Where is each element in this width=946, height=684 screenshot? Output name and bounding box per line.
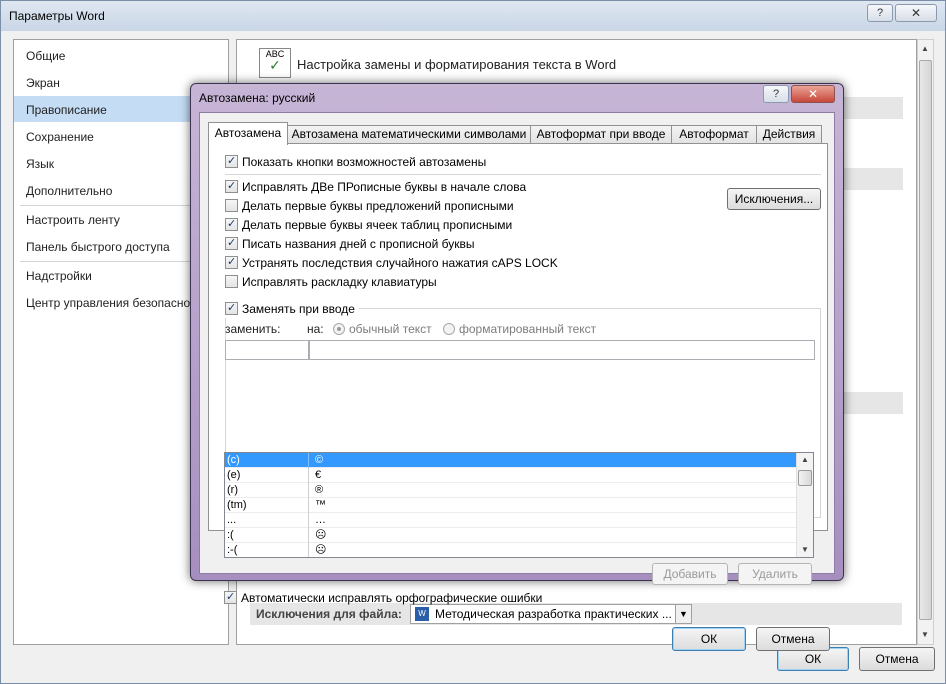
list-item[interactable]: ...… bbox=[225, 513, 797, 528]
checkbox[interactable] bbox=[224, 591, 237, 604]
close-icon[interactable]: ✕ bbox=[895, 4, 937, 22]
list-item[interactable]: :-(☹ bbox=[225, 543, 797, 557]
list-item[interactable]: (tm) ™ bbox=[225, 498, 797, 513]
radio-plain-text[interactable]: обычный текст bbox=[333, 322, 432, 336]
tab-autocorrect[interactable]: Автозамена bbox=[208, 122, 288, 145]
option-caps-lock[interactable]: Устранять последствия случайного нажатия… bbox=[225, 256, 558, 272]
abc-check-icon: ABC ✓ bbox=[259, 48, 291, 78]
delete-button[interactable]: Удалить bbox=[738, 563, 812, 585]
option-two-initial-capitals[interactable]: Исправлять ДВе ПРописные буквы в начале … bbox=[225, 180, 526, 196]
checkbox[interactable] bbox=[225, 180, 238, 193]
main-cancel-button[interactable]: Отмена bbox=[859, 647, 935, 671]
list-item[interactable]: (c) © bbox=[225, 453, 797, 468]
dialog-title: Автозамена: русский bbox=[199, 91, 316, 105]
with-input[interactable] bbox=[309, 340, 815, 360]
dialog-help-button[interactable]: ? bbox=[763, 85, 789, 103]
dialog-cancel-button[interactable]: Отмена bbox=[756, 627, 830, 651]
autocorrect-entries-list[interactable]: (c) © (e) € (r) ® (tm) ™ ...… :(☹ :-(☹ ▲ bbox=[224, 452, 814, 558]
checkbox[interactable] bbox=[225, 199, 238, 212]
tab-autoformat[interactable]: Автоформат bbox=[671, 125, 757, 144]
exceptions-button[interactable]: Исключения... bbox=[727, 188, 821, 210]
file-select[interactable]: W Методическая разработка практических .… bbox=[410, 604, 692, 624]
option-replace-as-you-type[interactable]: Заменять при вводе bbox=[225, 302, 359, 318]
tab-math-autocorrect[interactable]: Автозамена математическими символами bbox=[287, 125, 531, 144]
chevron-down-icon[interactable]: ▼ bbox=[675, 605, 691, 623]
dialog-ok-button[interactable]: ОК bbox=[672, 627, 746, 651]
scroll-up-icon[interactable]: ▲ bbox=[801, 455, 809, 464]
tab-autoformat-as-you-type[interactable]: Автоформат при вводе bbox=[530, 125, 672, 144]
dialog-body: Автозамена Автозамена математическими си… bbox=[199, 112, 835, 651]
radio[interactable] bbox=[443, 323, 455, 335]
autocorrect-dialog: Автозамена: русский ? ✕ Автозамена Автоз… bbox=[190, 83, 844, 651]
list-item[interactable]: :(☹ bbox=[225, 528, 797, 543]
content-header: Настройка замены и форматирования текста… bbox=[297, 57, 617, 72]
main-title-bar: Параметры Word ? ✕ bbox=[1, 1, 945, 31]
main-window-title: Параметры Word bbox=[9, 9, 105, 23]
scroll-up-icon[interactable]: ▲ bbox=[921, 44, 929, 53]
nav-item-general[interactable]: Общие bbox=[14, 42, 228, 68]
option-auto-spell-correct[interactable]: Автоматически исправлять орфографические… bbox=[224, 591, 542, 607]
scroll-thumb[interactable] bbox=[798, 470, 812, 486]
file-select-value: Методическая разработка практических ... bbox=[435, 607, 672, 621]
scroll-down-icon[interactable]: ▼ bbox=[801, 545, 809, 554]
dialog-close-icon[interactable]: ✕ bbox=[791, 85, 835, 103]
content-scrollbar[interactable]: ▲ ▼ bbox=[917, 39, 934, 645]
word-doc-icon: W bbox=[415, 607, 429, 621]
help-button[interactable]: ? bbox=[867, 4, 893, 22]
list-scrollbar[interactable]: ▲ ▼ bbox=[796, 453, 813, 557]
replace-input[interactable] bbox=[225, 340, 309, 360]
list-item[interactable]: (r) ® bbox=[225, 483, 797, 498]
file-exceptions-label: Исключения для файла: bbox=[256, 607, 402, 621]
checkbox[interactable] bbox=[225, 302, 238, 315]
dialog-tabs: Автозамена Автозамена математическими си… bbox=[208, 122, 828, 145]
option-capitalize-table-cells[interactable]: Делать первые буквы ячеек таблиц прописн… bbox=[225, 218, 512, 234]
checkbox[interactable] bbox=[225, 237, 238, 250]
replace-label: заменить: bbox=[225, 322, 281, 336]
divider bbox=[225, 174, 821, 175]
checkbox[interactable] bbox=[225, 218, 238, 231]
checkbox[interactable] bbox=[225, 256, 238, 269]
option-keyboard-layout[interactable]: Исправлять раскладку клавиатуры bbox=[225, 275, 437, 291]
list-item[interactable]: (e) € bbox=[225, 468, 797, 483]
divider bbox=[355, 308, 821, 309]
radio[interactable] bbox=[333, 323, 345, 335]
scroll-down-icon[interactable]: ▼ bbox=[921, 630, 929, 639]
show-buttons-option[interactable]: Показать кнопки возможностей автозамены bbox=[225, 155, 486, 171]
option-capitalize-sentences[interactable]: Делать первые буквы предложений прописны… bbox=[225, 199, 514, 215]
checkbox[interactable] bbox=[225, 275, 238, 288]
with-label: на: bbox=[307, 322, 324, 336]
option-capitalize-days[interactable]: Писать названия дней с прописной буквы bbox=[225, 237, 474, 253]
radio-formatted-text[interactable]: форматированный текст bbox=[443, 322, 596, 336]
scroll-thumb[interactable] bbox=[919, 60, 932, 620]
checkbox[interactable] bbox=[225, 155, 238, 168]
tab-actions[interactable]: Действия bbox=[756, 125, 822, 144]
add-button[interactable]: Добавить bbox=[652, 563, 728, 585]
